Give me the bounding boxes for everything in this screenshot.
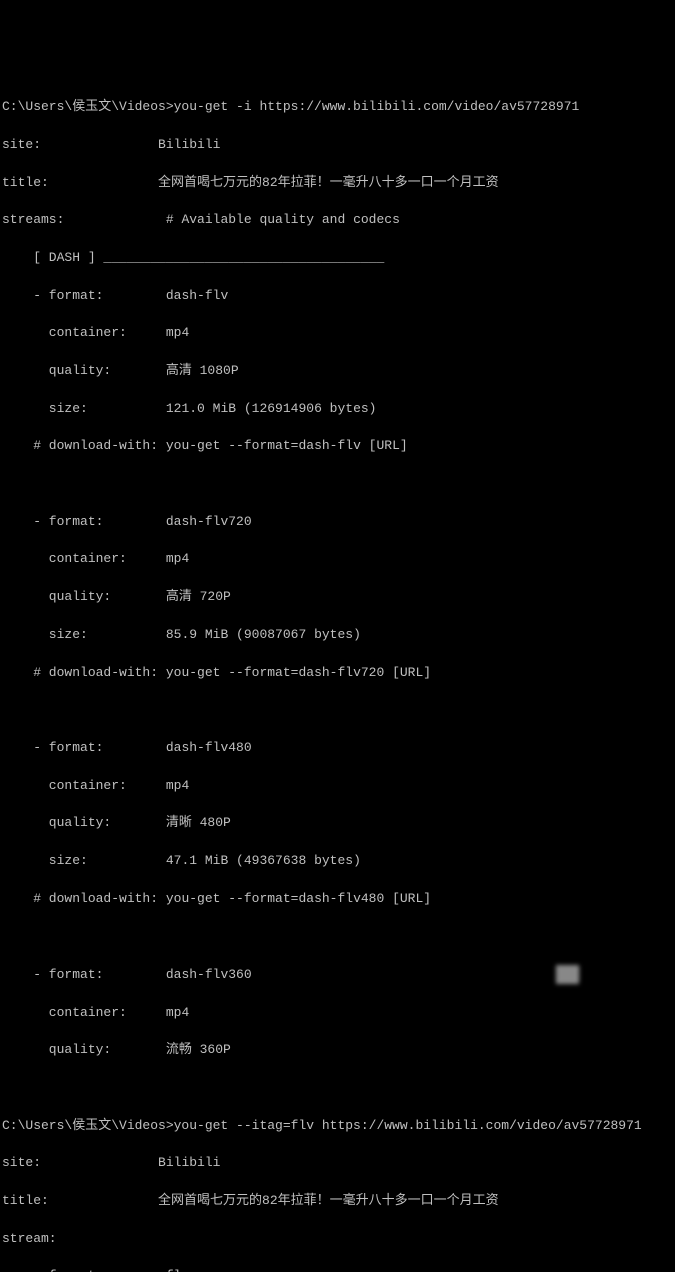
format-0-quality: quality: 高清 1080P (2, 362, 673, 381)
format-0-container: container: mp4 (2, 324, 673, 343)
format-2-container: container: mp4 (2, 777, 673, 796)
command-2: you-get --itag=flv https://www.bilibili.… (174, 1118, 642, 1133)
quality-label: quality: (2, 815, 111, 830)
format-1-quality: quality: 高清 720P (2, 588, 673, 607)
site-label: site: (2, 137, 41, 152)
format-3-format: - format: dash-flv360 ███ (2, 965, 673, 985)
prompt-line-2: C:\Users\侯玉文\Videos>you-get --itag=flv h… (2, 1117, 673, 1136)
format-label: - format: (2, 967, 103, 982)
quality-label: quality: (2, 589, 111, 604)
site-line-1: site: Bilibili (2, 136, 673, 155)
streams-line: streams: # Available quality and codecs (2, 211, 673, 230)
size-label: size: (2, 401, 88, 416)
format-label: - format: (2, 740, 103, 755)
quality-label: quality: (2, 363, 111, 378)
container-label: container: (2, 1005, 127, 1020)
quality-value: 高清 720P (166, 589, 231, 604)
download-label: # download-with: (2, 891, 158, 906)
blank (2, 1079, 673, 1098)
format-1-size: size: 85.9 MiB (90087067 bytes) (2, 626, 673, 645)
size-label: size: (2, 853, 88, 868)
blank (2, 701, 673, 720)
command-1: you-get -i https://www.bilibili.com/vide… (174, 99, 580, 114)
format-0-download: # download-with: you-get --format=dash-f… (2, 437, 673, 456)
site-label: site: (2, 1155, 41, 1170)
download-value: you-get --format=dash-flv [URL] (166, 438, 408, 453)
format-2-download: # download-with: you-get --format=dash-f… (2, 890, 673, 909)
title-value: 全网首喝七万元的82年拉菲！一毫升八十多一口一个月工资 (158, 1193, 499, 1208)
site-line-2: site: Bilibili (2, 1154, 673, 1173)
site-value: Bilibili (158, 1155, 220, 1170)
size-label: size: (2, 627, 88, 642)
blurred-region: ███ (556, 965, 579, 984)
stream-line: stream: (2, 1230, 673, 1249)
title-value: 全网首喝七万元的82年拉菲！一毫升八十多一口一个月工资 (158, 175, 499, 190)
format-1-container: container: mp4 (2, 550, 673, 569)
streams-label: streams: (2, 212, 64, 227)
format2-format: - format: flv (2, 1267, 673, 1272)
format-0-size: size: 121.0 MiB (126914906 bytes) (2, 400, 673, 419)
format-3-container: container: mp4 (2, 1004, 673, 1023)
format-value: dash-flv720 (166, 514, 252, 529)
download-label: # download-with: (2, 438, 158, 453)
prompt-line-1: C:\Users\侯玉文\Videos>you-get -i https://w… (2, 98, 673, 117)
container-value: mp4 (166, 778, 189, 793)
download-label: # download-with: (2, 665, 158, 680)
prompt-2: C:\Users\侯玉文\Videos> (2, 1118, 174, 1133)
format-0-format: - format: dash-flv (2, 287, 673, 306)
site-value: Bilibili (158, 137, 220, 152)
container-value: mp4 (166, 325, 189, 340)
format-value: dash-flv480 (166, 740, 252, 755)
streams-value: # Available quality and codecs (166, 212, 400, 227)
container-label: container: (2, 778, 127, 793)
format-value: dash-flv360 (166, 967, 252, 982)
format-3-quality: quality: 流畅 360P (2, 1041, 673, 1060)
size-value: 47.1 MiB (49367638 bytes) (166, 853, 361, 868)
title-line-2: title: 全网首喝七万元的82年拉菲！一毫升八十多一口一个月工资 (2, 1192, 673, 1211)
stream-label: stream: (2, 1231, 57, 1246)
dash-header: [ DASH ] _______________________________… (2, 249, 673, 268)
download-value: you-get --format=dash-flv720 [URL] (166, 665, 431, 680)
title-line-1: title: 全网首喝七万元的82年拉菲！一毫升八十多一口一个月工资 (2, 174, 673, 193)
title-label: title: (2, 175, 49, 190)
format-value: flv (166, 1268, 189, 1272)
format-1-format: - format: dash-flv720 (2, 513, 673, 532)
container-value: mp4 (166, 1005, 189, 1020)
prompt-1: C:\Users\侯玉文\Videos> (2, 99, 174, 114)
quality-value: 高清 1080P (166, 363, 239, 378)
quality-value: 流畅 360P (166, 1042, 231, 1057)
format-label: - format: (2, 288, 103, 303)
format-2-format: - format: dash-flv480 (2, 739, 673, 758)
blank (2, 927, 673, 946)
format-2-quality: quality: 清晰 480P (2, 814, 673, 833)
quality-label: quality: (2, 1042, 111, 1057)
container-label: container: (2, 325, 127, 340)
container-value: mp4 (166, 551, 189, 566)
format-2-size: size: 47.1 MiB (49367638 bytes) (2, 852, 673, 871)
terminal-output: C:\Users\侯玉文\Videos>you-get -i https://w… (2, 79, 673, 1272)
size-value: 85.9 MiB (90087067 bytes) (166, 627, 361, 642)
blank (2, 475, 673, 494)
download-value: you-get --format=dash-flv480 [URL] (166, 891, 431, 906)
format-value: dash-flv (166, 288, 228, 303)
size-value: 121.0 MiB (126914906 bytes) (166, 401, 377, 416)
quality-value: 清晰 480P (166, 815, 231, 830)
format-label: - format: (2, 1268, 103, 1272)
format-label: - format: (2, 514, 103, 529)
title-label: title: (2, 1193, 49, 1208)
format-1-download: # download-with: you-get --format=dash-f… (2, 664, 673, 683)
container-label: container: (2, 551, 127, 566)
